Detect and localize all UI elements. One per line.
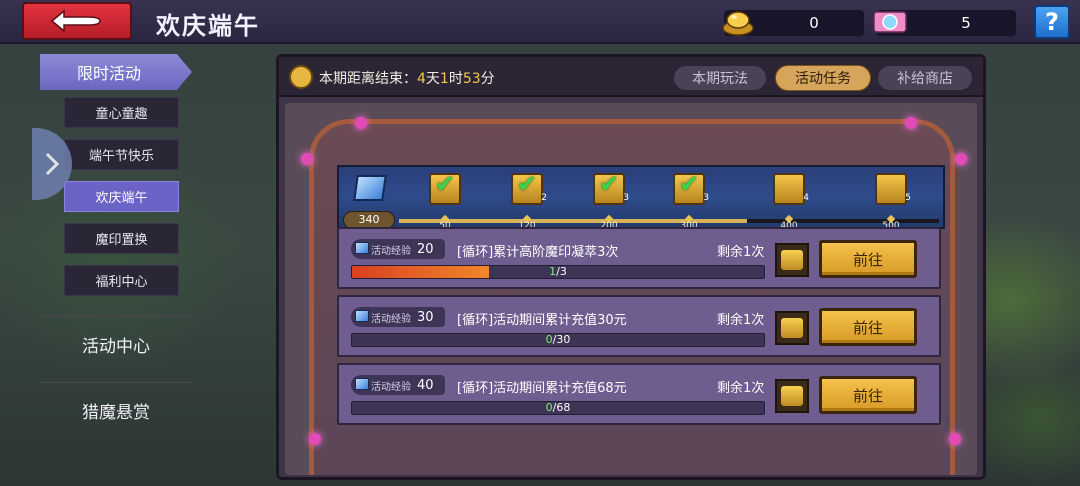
lantern-icon [355,117,367,129]
exp-reward-badge: 活动经验 20 [351,239,445,259]
go-button[interactable]: 前往 [819,376,917,414]
exp-reward-badge: 活动经验 40 [351,375,445,395]
milestone-count: 2 [541,193,547,203]
sidebar-item-childhood-fun[interactable]: 童心童趣 [64,97,179,128]
treasure-chest-icon [773,173,805,205]
task-progress-total: /68 [552,401,571,414]
task-row: 活动经验 30 [循环]活动期间累计充值30元 剩余1次 0/30 前往 [337,295,941,357]
countdown-hours: 1 [439,71,449,87]
lantern-icon [955,153,967,165]
sidebar-item-celebrate-dragon-boat[interactable]: 欢庆端午 [64,181,179,212]
task-progress-bar: 1/3 [351,265,765,279]
top-bar: 欢庆端午 0 5 ? [0,0,1080,44]
exp-amount: 30 [417,309,434,325]
task-row: 活动经验 20 [循环]累计高阶魔印凝萃3次 剩余1次 1/3 前往 [337,227,941,289]
page-title: 欢庆端午 [156,12,260,40]
gem-amount: 5 [961,14,971,32]
exp-reward-badge: 活动经验 30 [351,307,445,327]
gold-currency: 0 [722,10,864,36]
task-progress-total: /30 [552,333,571,346]
milestone-reward[interactable]: ✔ 50 [425,167,465,231]
countdown-minutes-unit: 分 [480,71,495,87]
gold-ingot-icon [722,11,754,36]
checkmark-icon: ✔ [678,170,700,198]
activity-panel: 本期距离结束：4天1时53分 本期玩法 活动任务 补给商店 340 ✔ 50 ✔ 2 1… [276,54,986,480]
back-arrow-icon [50,9,101,33]
sidebar-event-center[interactable]: 活动中心 [40,316,192,372]
chevron-right-icon [45,152,60,176]
gold-amount: 0 [809,14,819,32]
sidebar-demon-bounty[interactable]: 猎魔悬赏 [40,382,192,438]
milestone-count: 3 [623,193,629,203]
milestone-reward[interactable]: 4 400 [769,167,809,231]
exp-book-icon [355,242,369,254]
go-button[interactable]: 前往 [819,308,917,346]
countdown-label: 本期距离结束： [319,71,417,87]
treasure-chest-icon [875,173,907,205]
countdown-minutes: 53 [462,71,481,87]
task-progress-current: 0 [545,401,553,414]
countdown-hours-unit: 时 [448,71,463,87]
exp-book-icon [353,175,387,201]
panel-header: 本期距离结束：4天1时53分 本期玩法 活动任务 补给商店 [279,57,983,97]
task-progress-total: /3 [556,265,567,278]
milestone-count: 5 [905,193,911,203]
task-progress-bar: 0/30 [351,333,765,347]
milestone-reward[interactable]: 5 500 [871,167,911,231]
gold-chest-icon[interactable] [775,379,809,413]
lantern-icon [949,433,961,445]
task-title: [循环]活动期间累计充值68元 [457,381,627,396]
sidebar-item-welfare-center[interactable]: 福利中心 [64,265,179,296]
go-button[interactable]: 前往 [819,240,917,278]
gold-chest-icon[interactable] [775,243,809,277]
countdown-days-unit: 天 [425,71,440,87]
task-remaining: 剩余1次 [717,313,765,328]
exp-progress-strip: 340 ✔ 50 ✔ 2 120 ✔ 3 200 ✔ 3 300 4 400 5 500 [337,165,945,231]
exp-book-icon [355,378,369,390]
milestone-reward[interactable]: ✔ 3 300 [669,167,709,231]
exp-label: 活动经验 [371,245,411,257]
checkmark-icon: ✔ [598,170,620,198]
exp-amount: 20 [417,241,434,257]
exp-amount: 40 [417,377,434,393]
countdown-days: 4 [417,71,426,87]
exp-label: 活动经验 [371,313,411,325]
checkmark-icon: ✔ [516,170,538,198]
exp-label: 活动经验 [371,381,411,393]
lantern-icon [905,117,917,129]
panel-body: 340 ✔ 50 ✔ 2 120 ✔ 3 200 ✔ 3 300 4 400 5 500 活动经验 20 [循环… [285,103,977,475]
sidebar-item-dragon-boat-happy[interactable]: 端午节快乐 [64,139,179,170]
milestone-count: 4 [803,193,809,203]
milestone-count: 3 [703,193,709,203]
task-title: [循环]活动期间累计充值30元 [457,313,627,328]
countdown-timer: 本期距离结束：4天1时53分 [319,68,495,88]
tab-supply-shop[interactable]: 补给商店 [877,65,973,91]
milestone-reward[interactable]: ✔ 3 200 [589,167,629,231]
lantern-icon [301,153,313,165]
exp-book-icon [355,310,369,322]
lantern-icon [309,433,321,445]
gold-chest-icon[interactable] [775,311,809,345]
back-button[interactable] [22,2,132,40]
help-button[interactable]: ? [1034,5,1070,39]
task-progress-current: 0 [545,333,553,346]
task-remaining: 剩余1次 [717,381,765,396]
sidebar-limited-events[interactable]: 限时活动 [40,54,192,90]
checkmark-icon: ✔ [434,170,456,198]
task-progress-text: 0/30 [352,334,764,346]
tab-current-gameplay[interactable]: 本期玩法 [673,65,767,91]
task-progress-text: 1/3 [352,266,764,278]
task-progress-text: 0/68 [352,402,764,414]
task-remaining: 剩余1次 [717,245,765,260]
task-progress-bar: 0/68 [351,401,765,415]
stopwatch-icon [289,65,313,89]
tab-activity-tasks[interactable]: 活动任务 [775,65,871,91]
gem-currency: 5 [873,10,1016,36]
gem-crystal-icon [873,11,907,33]
sidebar-item-seal-exchange[interactable]: 魔印置换 [64,223,179,254]
task-row: 活动经验 40 [循环]活动期间累计充值68元 剩余1次 0/68 前往 [337,363,941,425]
milestone-reward[interactable]: ✔ 2 120 [507,167,547,231]
task-title: [循环]累计高阶魔印凝萃3次 [457,245,619,260]
